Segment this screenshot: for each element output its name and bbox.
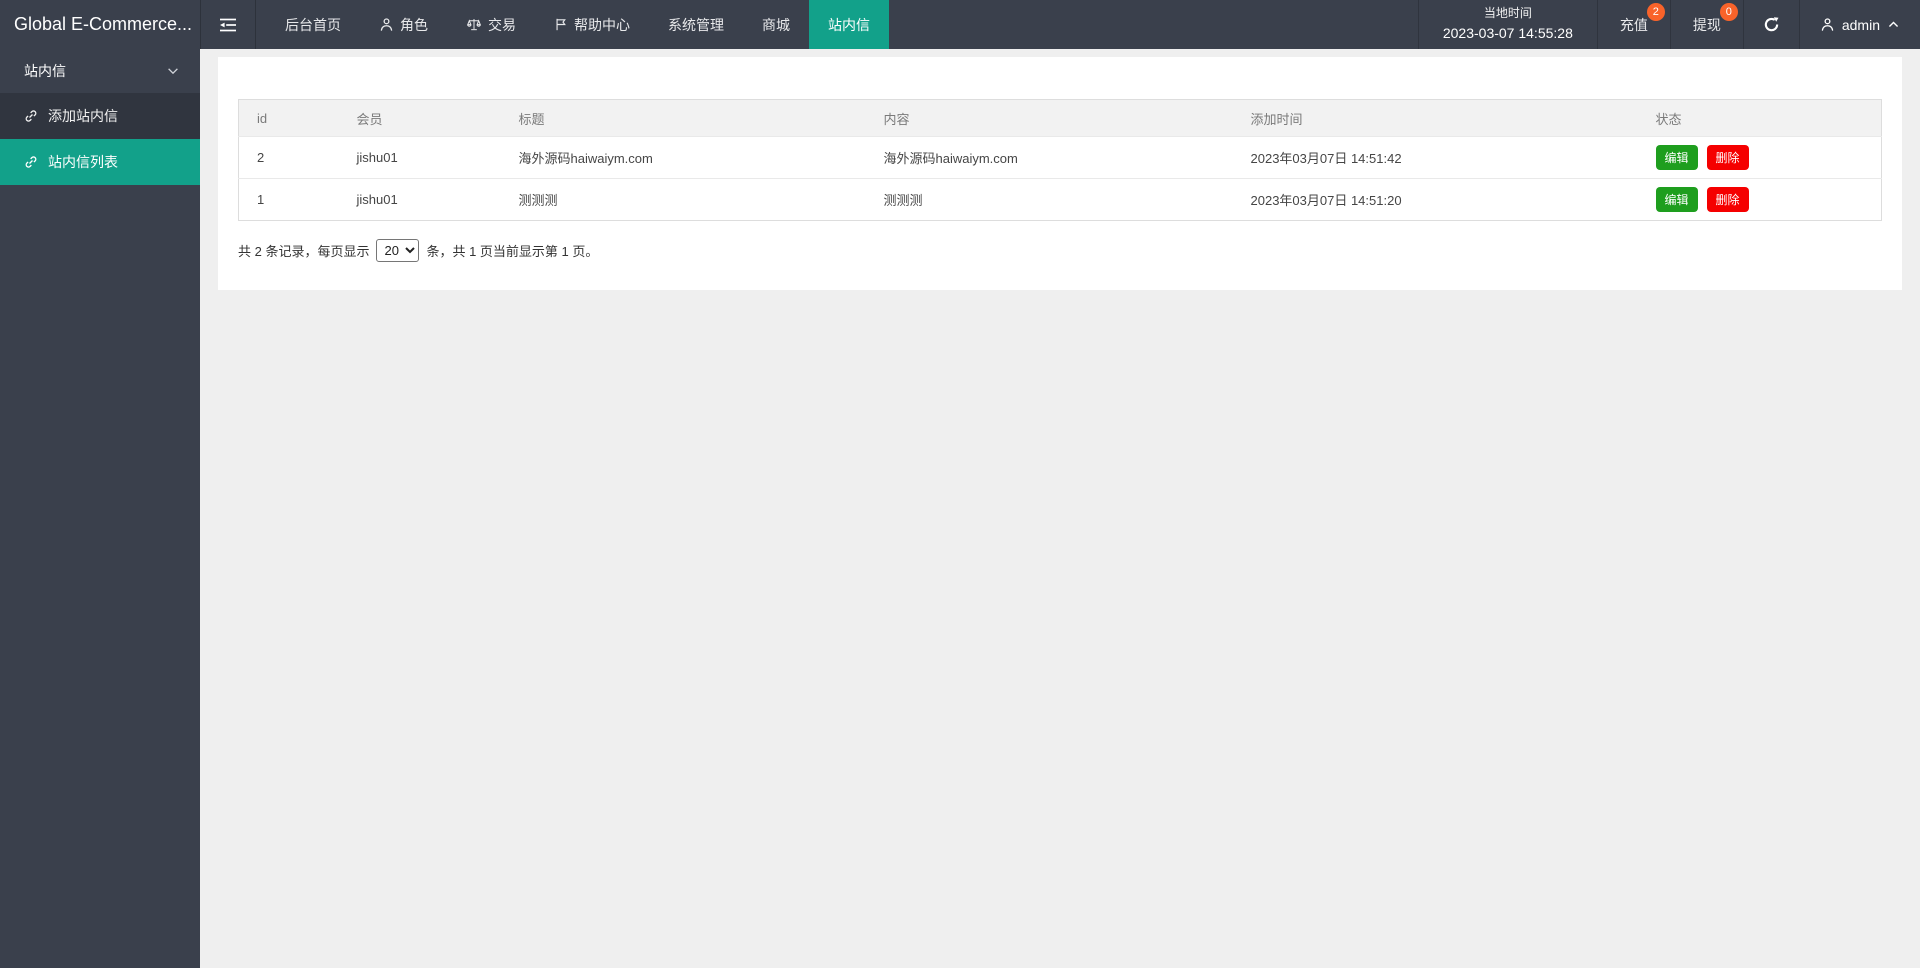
table-row: 2 jishu01 海外源码haiwaiym.com 海外源码haiwaiym.…	[239, 137, 1882, 179]
table-row: 1 jishu01 测测测 测测测 2023年03月07日 14:51:20 编…	[239, 179, 1882, 221]
sidebar-item-label: 添加站内信	[48, 106, 118, 126]
sidebar-toggle-button[interactable]	[200, 0, 256, 49]
cell-content: 测测测	[866, 179, 1233, 221]
sidebar-item-label: 站内信列表	[48, 152, 118, 172]
refresh-icon	[1763, 16, 1780, 33]
delete-button[interactable]: 删除	[1707, 187, 1749, 212]
cell-id: 2	[239, 137, 339, 179]
messages-table: id 会员 标题 内容 添加时间 状态 2 jishu01 海外源码haiwai…	[238, 99, 1882, 221]
cell-member: jishu01	[339, 137, 501, 179]
nav-item-system[interactable]: 系统管理	[649, 0, 743, 49]
sidebar-group-label: 站内信	[24, 61, 66, 81]
cell-actions: 编辑删除	[1638, 179, 1882, 221]
cell-id: 1	[239, 179, 339, 221]
cell-time: 2023年03月07日 14:51:42	[1233, 137, 1638, 179]
local-time-label: 当地时间	[1484, 4, 1532, 23]
scales-icon	[466, 17, 482, 32]
local-time: 当地时间 2023-03-07 14:55:28	[1418, 0, 1597, 49]
main-menu: 后台首页 角色 交易	[266, 0, 889, 49]
nav-item-mall[interactable]: 商城	[743, 0, 809, 49]
recharge-button[interactable]: 充值 2	[1597, 0, 1670, 49]
col-header-id: id	[239, 100, 339, 137]
nav-item-messages[interactable]: 站内信	[809, 0, 889, 49]
col-header-content: 内容	[866, 100, 1233, 137]
brand-logo[interactable]: Global E-Commerce...	[0, 0, 200, 49]
main-content: id 会员 标题 内容 添加时间 状态 2 jishu01 海外源码haiwai…	[200, 49, 1920, 968]
sidebar-item-message-list[interactable]: 站内信列表	[0, 139, 200, 185]
edit-button[interactable]: 编辑	[1656, 145, 1698, 170]
nav-item-roles[interactable]: 角色	[360, 0, 447, 49]
recharge-badge: 2	[1647, 3, 1665, 21]
col-header-member: 会员	[339, 100, 501, 137]
delete-button[interactable]: 删除	[1707, 145, 1749, 170]
col-header-time: 添加时间	[1233, 100, 1638, 137]
username: admin	[1842, 17, 1880, 33]
link-icon	[24, 109, 38, 123]
cell-time: 2023年03月07日 14:51:20	[1233, 179, 1638, 221]
local-time-value: 2023-03-07 14:55:28	[1443, 23, 1573, 45]
link-icon	[24, 155, 38, 169]
pagination: 共 2 条记录，每页显示 20 条，共 1 页当前显示第 1 页。	[238, 239, 1882, 262]
cell-title: 测测测	[501, 179, 866, 221]
sidebar-group-messages[interactable]: 站内信	[0, 49, 200, 93]
cell-actions: 编辑删除	[1638, 137, 1882, 179]
nav-item-help-center[interactable]: 帮助中心	[535, 0, 649, 49]
refresh-button[interactable]	[1743, 0, 1799, 49]
navbar-spacer	[889, 0, 1418, 49]
withdraw-button[interactable]: 提现 0	[1670, 0, 1743, 49]
message-list-card: id 会员 标题 内容 添加时间 状态 2 jishu01 海外源码haiwai…	[218, 57, 1902, 290]
cell-title: 海外源码haiwaiym.com	[501, 137, 866, 179]
col-header-title: 标题	[501, 100, 866, 137]
cell-member: jishu01	[339, 179, 501, 221]
user-menu[interactable]: admin	[1799, 0, 1920, 49]
chevron-down-icon	[166, 64, 180, 78]
sidebar-submenu: 添加站内信 站内信列表	[0, 93, 200, 185]
nav-item-dashboard[interactable]: 后台首页	[266, 0, 360, 49]
page-size-select[interactable]: 20	[376, 239, 419, 262]
menu-toggle-icon	[219, 18, 237, 32]
edit-button[interactable]: 编辑	[1656, 187, 1698, 212]
chevron-up-icon	[1887, 18, 1900, 31]
flag-icon	[554, 17, 568, 32]
user-icon	[1820, 17, 1835, 32]
pagination-prefix: 共 2 条记录，每页显示	[238, 241, 369, 260]
cell-content: 海外源码haiwaiym.com	[866, 137, 1233, 179]
col-header-status: 状态	[1638, 100, 1882, 137]
pagination-suffix: 条，共 1 页当前显示第 1 页。	[426, 241, 598, 260]
withdraw-badge: 0	[1720, 3, 1738, 21]
sidebar-item-add-message[interactable]: 添加站内信	[0, 93, 200, 139]
nav-item-transactions[interactable]: 交易	[447, 0, 535, 49]
table-header-row: id 会员 标题 内容 添加时间 状态	[239, 100, 1882, 137]
top-navbar: Global E-Commerce... 后台首页 角色	[0, 0, 1920, 49]
sidebar: 站内信 添加站内信	[0, 49, 200, 968]
person-icon	[379, 17, 394, 32]
